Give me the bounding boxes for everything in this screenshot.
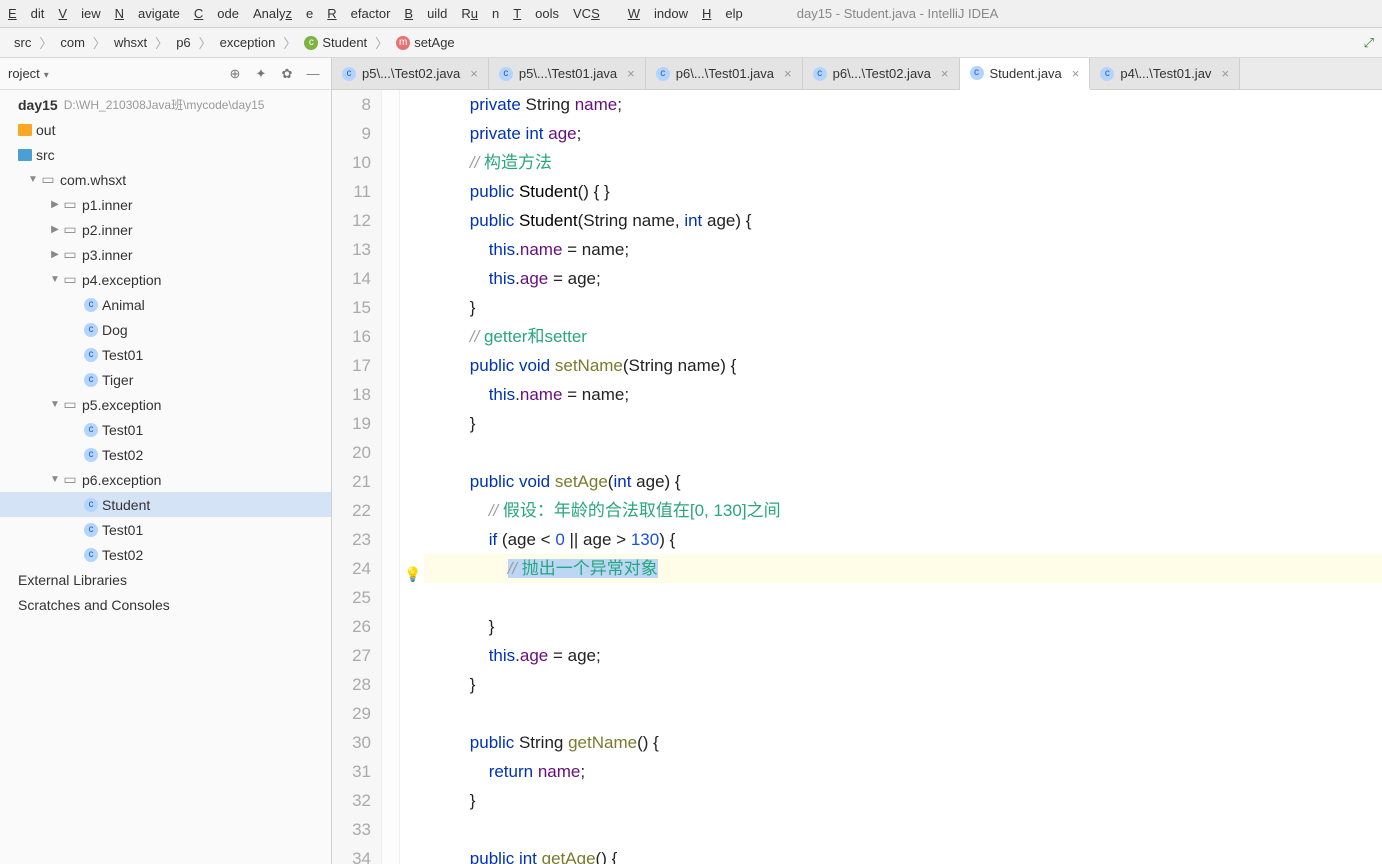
crumb-exception[interactable]: exception — [214, 33, 282, 52]
menu-code[interactable]: Code — [194, 6, 239, 21]
close-icon[interactable]: × — [784, 66, 792, 81]
java-class-icon — [813, 67, 827, 81]
locate-icon[interactable]: ⊕ — [225, 64, 245, 84]
tab-label: p6\...\Test02.java — [833, 66, 931, 81]
tab-label: p5\...\Test01.java — [519, 66, 617, 81]
tree-external-libraries[interactable]: External Libraries — [0, 567, 331, 592]
tree-node-out[interactable]: out — [0, 117, 331, 142]
fold-column[interactable] — [382, 90, 400, 864]
tree-node-p3.inner[interactable]: ▶p3.inner — [0, 242, 331, 267]
tree-node-animal[interactable]: Animal — [0, 292, 331, 317]
tree-node-test01[interactable]: Test01 — [0, 342, 331, 367]
menu-view[interactable]: View — [58, 6, 100, 21]
breadcrumb: src〉 com〉 whsxt〉 p6〉 exception〉 cStudent… — [0, 28, 1382, 58]
crumb-com[interactable]: com — [54, 33, 91, 52]
tree-node-p5.exception[interactable]: ▼p5.exception — [0, 392, 331, 417]
hide-icon[interactable]: — — [303, 64, 323, 84]
tree-node-tiger[interactable]: Tiger — [0, 367, 331, 392]
project-tree[interactable]: day15D:\WH_210308Java班\mycode\day15outsr… — [0, 90, 331, 864]
java-class-icon — [499, 67, 513, 81]
sidebar-view-selector[interactable]: roject — [8, 66, 49, 81]
tree-node-student[interactable]: Student — [0, 492, 331, 517]
tree-node-dog[interactable]: Dog — [0, 317, 331, 342]
menu-tools[interactable]: Tools — [513, 6, 559, 21]
close-icon[interactable]: × — [470, 66, 478, 81]
tab-p5-----Test02-java[interactable]: p5\...\Test02.java × — [332, 58, 489, 89]
tree-node-test01[interactable]: Test01 — [0, 417, 331, 442]
close-icon[interactable]: × — [627, 66, 635, 81]
close-icon[interactable]: × — [941, 66, 949, 81]
expand-icon[interactable]: ✦ — [251, 64, 271, 84]
code-text[interactable]: private String name; private int age; //… — [424, 90, 1382, 864]
menu-analyze[interactable]: Analyze — [253, 6, 313, 21]
crumb-class[interactable]: cStudent — [298, 33, 373, 52]
tab-label: p6\...\Test01.java — [676, 66, 774, 81]
menu-help[interactable]: Help — [702, 6, 743, 21]
tree-node-p1.inner[interactable]: ▶p1.inner — [0, 192, 331, 217]
editor: p5\...\Test02.java×p5\...\Test01.java×p6… — [332, 58, 1382, 864]
crumb-src[interactable]: src — [8, 33, 37, 52]
menu-build[interactable]: Build — [404, 6, 447, 21]
menu-run[interactable]: Run — [461, 6, 499, 21]
crumb-p6[interactable]: p6 — [170, 33, 196, 52]
tab-p4-----Test01-jav[interactable]: p4\...\Test01.jav × — [1090, 58, 1240, 89]
tab-label: Student.java — [990, 66, 1062, 81]
line-gutter[interactable]: 8910111213141516171819202122232425262728… — [332, 90, 382, 864]
java-class-icon — [656, 67, 670, 81]
tree-node-p4.exception[interactable]: ▼p4.exception — [0, 267, 331, 292]
menu-refactor[interactable]: Refactor — [327, 6, 390, 21]
collapse-button[interactable]: ⤢ — [1364, 35, 1374, 51]
tree-scratches-and-consoles[interactable]: Scratches and Consoles — [0, 592, 331, 617]
tree-node-test02[interactable]: Test02 — [0, 542, 331, 567]
crumb-whsxt[interactable]: whsxt — [108, 33, 153, 52]
tree-node-com.whsxt[interactable]: ▼com.whsxt — [0, 167, 331, 192]
icon-column[interactable]: 💡 — [400, 90, 424, 864]
settings-icon[interactable]: ✿ — [277, 64, 297, 84]
tree-node-test01[interactable]: Test01 — [0, 517, 331, 542]
tab-p6-----Test01-java[interactable]: p6\...\Test01.java × — [646, 58, 803, 89]
close-icon[interactable]: × — [1072, 66, 1080, 81]
menu-window[interactable]: Window — [628, 6, 688, 21]
tab-Student-java[interactable]: Student.java × — [960, 58, 1091, 90]
menu-navigate[interactable]: Navigate — [115, 6, 180, 21]
editor-tabs: p5\...\Test02.java×p5\...\Test01.java×p6… — [332, 58, 1382, 90]
menu-edit[interactable]: Edit — [8, 6, 44, 21]
java-class-icon — [970, 66, 984, 80]
tree-node-src[interactable]: src — [0, 142, 331, 167]
tree-root[interactable]: day15D:\WH_210308Java班\mycode\day15 — [0, 92, 331, 117]
tree-node-p6.exception[interactable]: ▼p6.exception — [0, 467, 331, 492]
tab-p5-----Test01-java[interactable]: p5\...\Test01.java × — [489, 58, 646, 89]
sidebar-header: roject ⊕ ✦ ✿ — — [0, 58, 331, 90]
menu-vcs[interactable]: VCS — [573, 6, 614, 21]
menu-bar: Edit View Navigate Code Analyze Refactor… — [0, 0, 1382, 28]
tab-label: p5\...\Test02.java — [362, 66, 460, 81]
intention-bulb-icon[interactable]: 💡 — [404, 560, 421, 589]
crumb-method[interactable]: msetAge — [390, 33, 460, 52]
close-icon[interactable]: × — [1221, 66, 1229, 81]
tree-node-p2.inner[interactable]: ▶p2.inner — [0, 217, 331, 242]
window-title: day15 - Student.java - IntelliJ IDEA — [797, 6, 999, 21]
project-sidebar: roject ⊕ ✦ ✿ — day15D:\WH_210308Java班\my… — [0, 58, 332, 864]
tab-label: p4\...\Test01.jav — [1120, 66, 1211, 81]
java-class-icon — [342, 67, 356, 81]
code-area[interactable]: 8910111213141516171819202122232425262728… — [332, 90, 1382, 864]
tab-p6-----Test02-java[interactable]: p6\...\Test02.java × — [803, 58, 960, 89]
tree-node-test02[interactable]: Test02 — [0, 442, 331, 467]
java-class-icon — [1100, 67, 1114, 81]
